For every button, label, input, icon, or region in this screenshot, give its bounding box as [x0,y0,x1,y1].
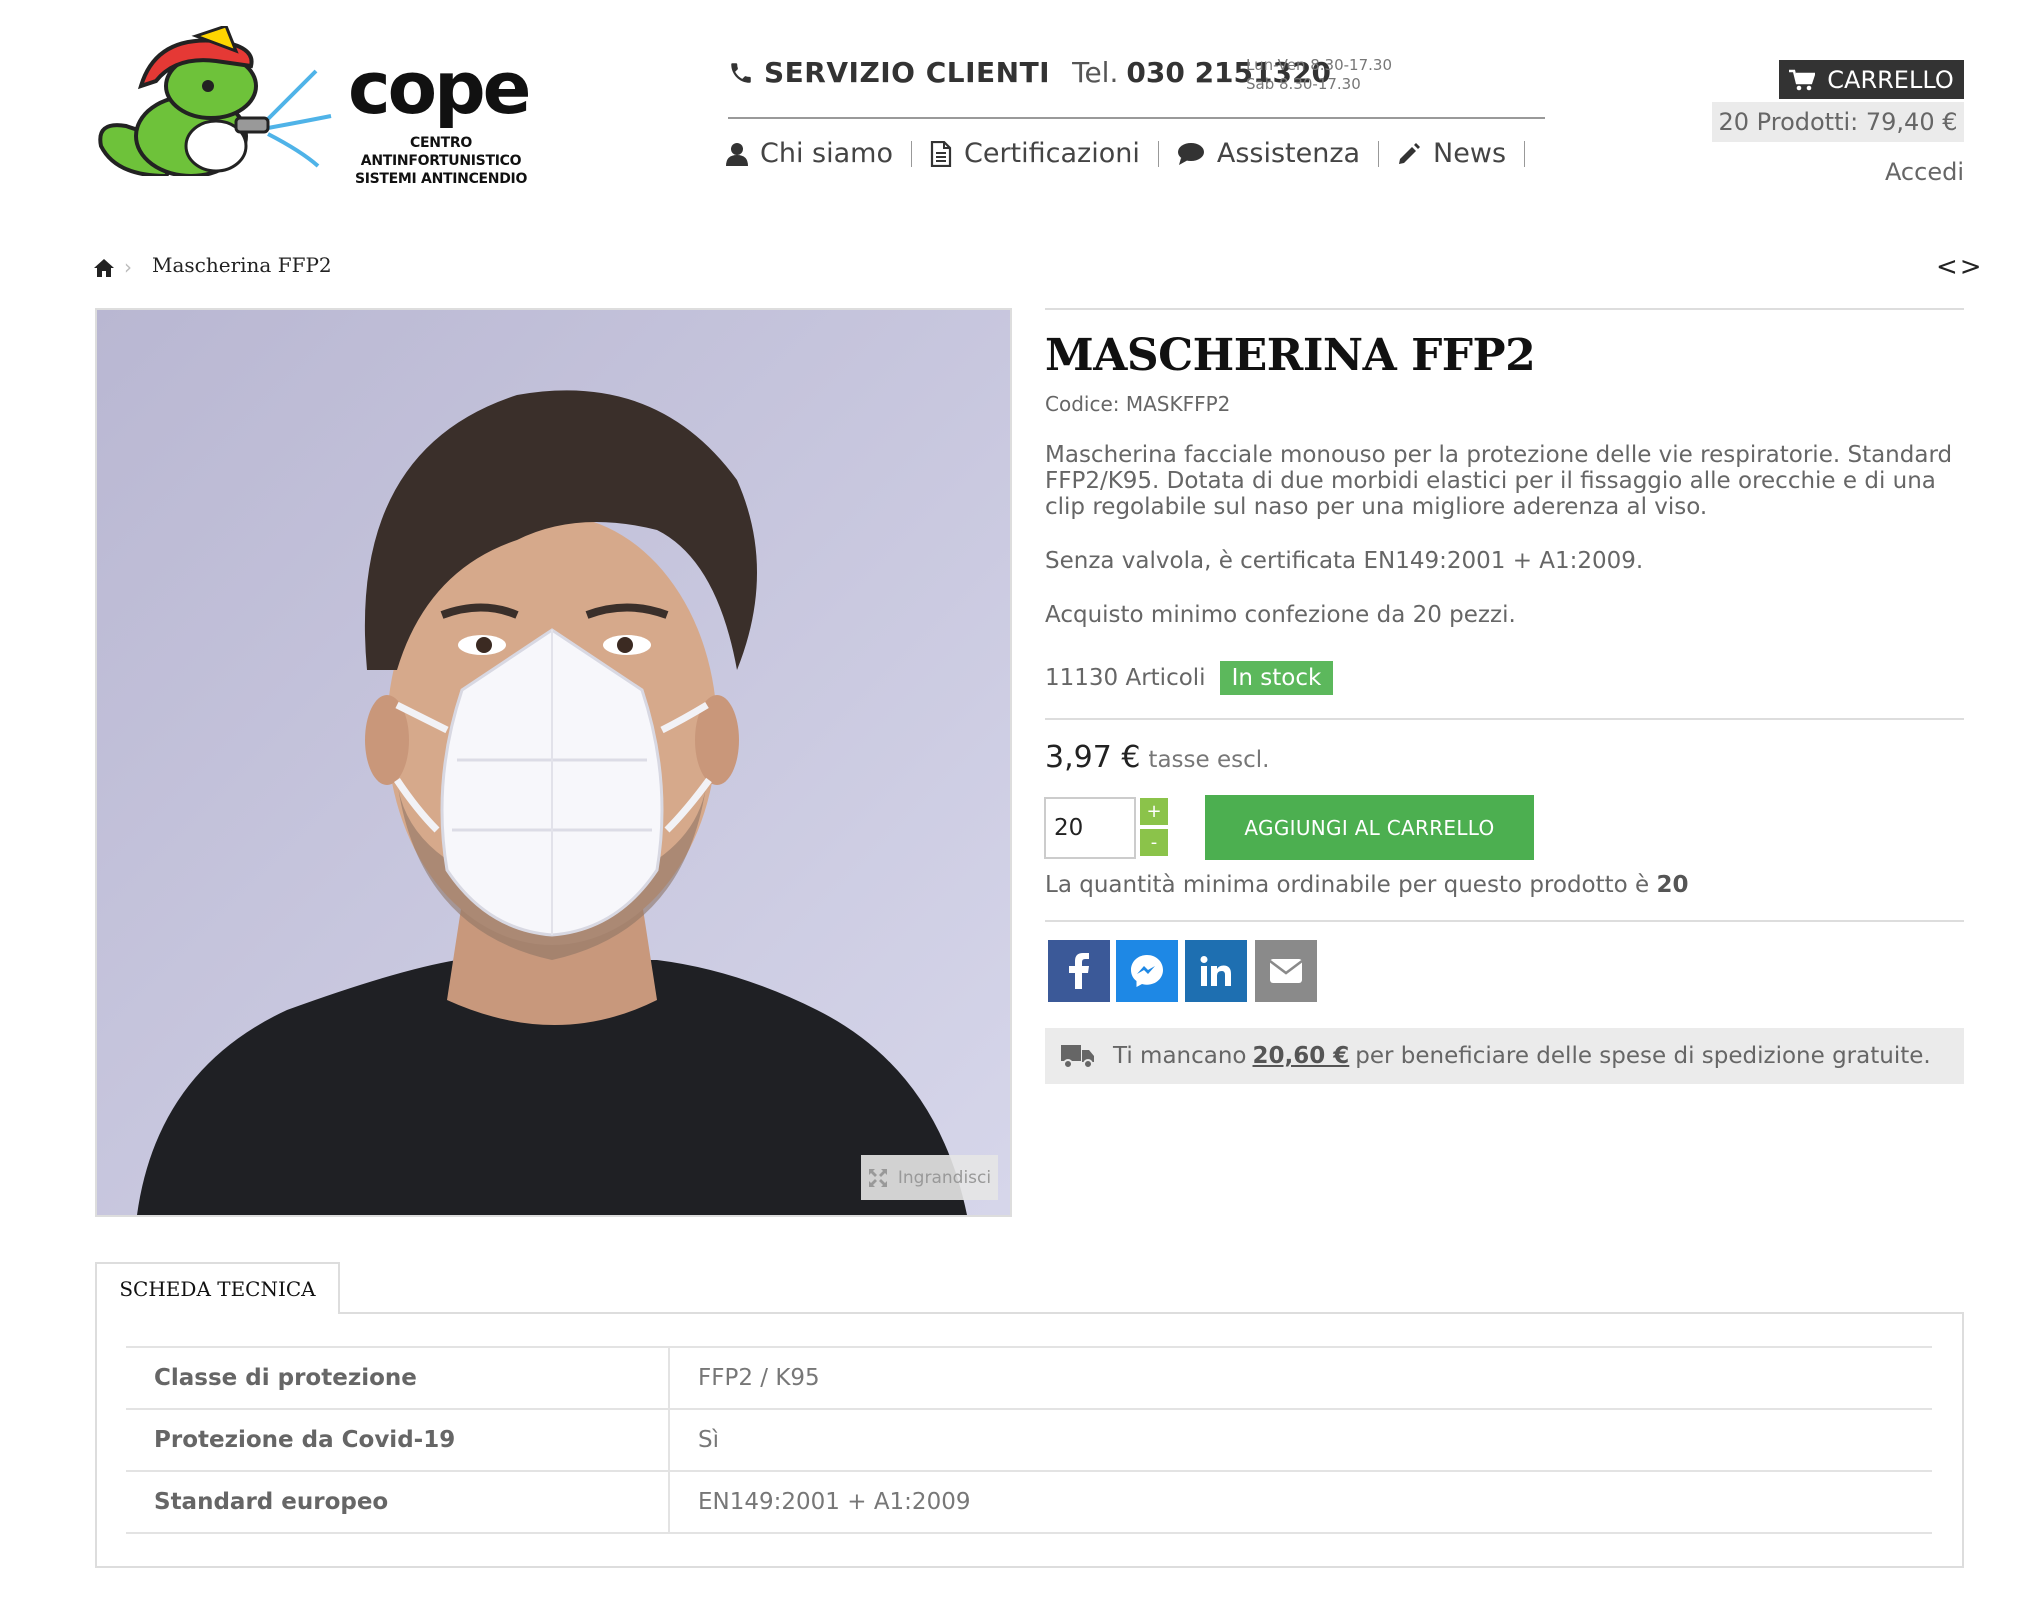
share-linkedin-button[interactable] [1185,940,1247,1002]
nav-separator [1378,140,1380,167]
spec-value: FFP2 / K95 [669,1346,1932,1409]
nav-label: News [1433,138,1507,169]
zoom-button[interactable]: Ingrandisci [861,1155,998,1200]
breadcrumb-current: Mascherina FFP2 [152,253,332,277]
spec-value: Sì [669,1408,1932,1471]
expand-icon [868,1168,887,1187]
nav-separator [1157,140,1159,167]
share-messenger-button[interactable] [1116,940,1178,1002]
add-to-cart-button[interactable]: AGGIUNGI AL CARRELLO [1205,795,1534,860]
spec-value: EN149:2001 + A1:2009 [669,1470,1932,1534]
brand-tagline: CENTRO ANTINFORTUNISTICO SISTEMI ANTINCE… [351,134,531,188]
header-divider [728,117,1545,119]
nav-separator [1524,140,1526,167]
share-facebook-button[interactable] [1048,940,1110,1002]
dragon-mascot-icon [98,26,332,176]
cart-summary[interactable]: 20 Prodotti: 79,40 € [1712,102,1964,142]
brand-name: cope [348,46,532,130]
quantity-input[interactable] [1044,797,1136,859]
nav-label: Certificazioni [963,138,1140,169]
minimum-quantity-note: La quantità minima ordinabile per questo… [1045,872,1689,898]
nav-item-assistenza[interactable]: Assistenza [1177,138,1360,169]
table-row: Protezione da Covid-19 Sì [126,1408,1932,1471]
main-nav: Chi siamo Certificazioni Assistenza News [726,138,1543,169]
stock-badge: In stock [1219,661,1334,695]
truck-icon [1061,1045,1094,1069]
cart-icon [1789,69,1816,90]
min-qty-text: La quantità minima ordinabile per questo… [1045,872,1650,898]
spec-key: Classe di protezione [126,1346,670,1409]
description-paragraph: Acquisto minimo confezione da 20 pezzi. [1045,602,1516,628]
document-icon [930,140,952,167]
home-icon[interactable] [94,258,114,278]
hours-saturday: Sab 8.30-17.30 [1246,75,1361,93]
spec-key: Protezione da Covid-19 [126,1408,670,1471]
tagline-line-2: SISTEMI ANTINCENDIO [354,171,528,187]
cart-label: CARRELLO [1827,65,1954,94]
messenger-icon [1131,955,1163,987]
description-paragraph: Senza valvola, è certificata EN149:2001 … [1045,548,1644,574]
breadcrumb-separator: › [124,255,132,279]
nav-separator [910,140,912,167]
product-price: 3,97 € tasse escl. [1045,740,1269,775]
product-description: Mascherina facciale monouso per la prote… [1045,442,1965,656]
product-code: Codice: MASKFFP2 [1045,392,1231,416]
service-label: SERVIZIO CLIENTI [764,56,1051,89]
nav-item-news[interactable]: News [1397,138,1506,169]
shipping-prefix: Ti mancano [1113,1043,1247,1069]
description-paragraph: Mascherina facciale monouso per la prote… [1045,442,1953,520]
nav-label: Chi siamo [760,138,893,169]
linkedin-icon [1200,956,1231,986]
min-qty-value: 20 [1656,872,1689,898]
stock-info: 11130 Articoli In stock [1045,661,1334,695]
opening-hours: Lun-Ven 8.30-17.30 Sab 8.30-17.30 [1246,56,1392,94]
product-photo [97,310,1010,1215]
prev-next-arrows[interactable]: <> [1936,252,1984,282]
facebook-icon [1069,953,1089,989]
cart-button[interactable]: CARRELLO [1779,60,1964,99]
chat-icon [1177,142,1204,165]
pencil-icon [1399,142,1421,164]
share-email-button[interactable] [1255,940,1317,1002]
free-shipping-notice: Ti mancano 20,60 € per beneficiare delle… [1045,1028,1964,1084]
customer-service: SERVIZIO CLIENTI Tel. 030 2151320 [728,56,1331,89]
nav-item-certificazioni[interactable]: Certificazioni [930,138,1140,169]
spec-key: Standard europeo [126,1470,670,1534]
stock-count: 11130 Articoli [1045,665,1206,691]
hours-weekdays: Lun-Ven 8.30-17.30 [1246,56,1392,74]
info-divider-share [1045,920,1964,922]
info-divider-top [1045,308,1964,310]
nav-label: Assistenza [1216,138,1361,169]
quantity-decrement-button[interactable]: - [1140,829,1168,856]
table-row: Standard europeo EN149:2001 + A1:2009 [126,1470,1932,1534]
product-title: MASCHERINA FFP2 [1045,330,1536,381]
phone-icon [731,62,751,83]
price-value: 3,97 € [1045,740,1141,775]
shipping-amount: 20,60 € [1252,1043,1350,1069]
tab-scheda-tecnica[interactable]: SCHEDA TECNICA [95,1262,340,1314]
tel-prefix: Tel. [1072,56,1119,89]
user-icon [726,142,748,166]
table-row: Classe di protezione FFP2 / K95 [126,1346,1932,1409]
price-tax-label: tasse escl. [1148,747,1270,773]
shipping-suffix: per beneficiare delle spese di spedizion… [1355,1043,1931,1069]
spec-table: Classe di protezione FFP2 / K95 Protezio… [126,1346,1932,1534]
login-link[interactable]: Accedi [1860,158,1964,186]
email-icon [1269,959,1303,983]
info-divider-price [1045,718,1964,720]
quantity-increment-button[interactable]: + [1140,798,1168,825]
nav-item-chi-siamo[interactable]: Chi siamo [726,138,893,169]
tagline-line-1: CENTRO ANTINFORTUNISTICO [360,135,522,169]
product-image[interactable] [95,308,1012,1217]
zoom-label: Ingrandisci [897,1167,992,1188]
